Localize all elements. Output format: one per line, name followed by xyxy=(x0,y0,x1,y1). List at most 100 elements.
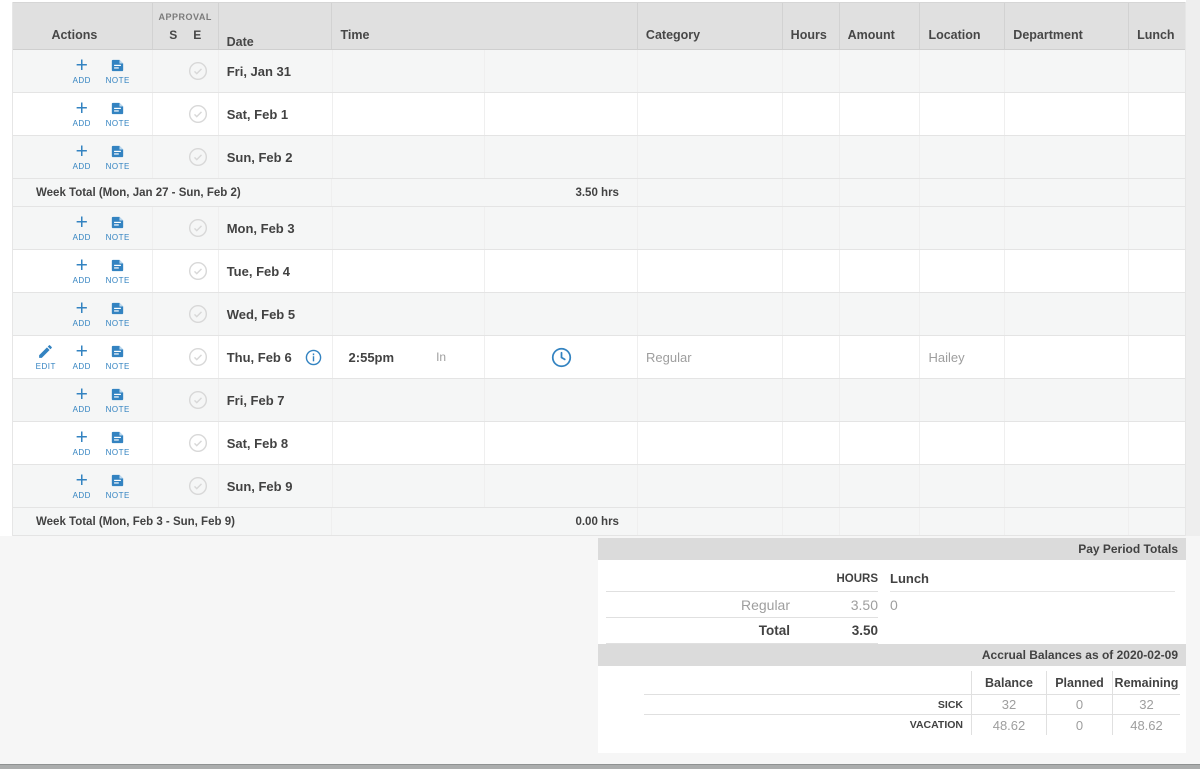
note-icon xyxy=(109,100,126,117)
lunch-cell xyxy=(1128,250,1185,292)
add-button[interactable]: + ADD xyxy=(64,301,100,328)
approval-e-label: E xyxy=(193,28,201,42)
category-cell xyxy=(637,179,782,206)
note-button[interactable]: NOTE xyxy=(100,343,136,371)
total-row: Total 3.50 xyxy=(606,618,878,644)
header-department: Department xyxy=(1004,3,1128,49)
approval-check-icon[interactable] xyxy=(188,476,208,496)
department-cell xyxy=(1004,293,1128,335)
time-detail-cell xyxy=(484,207,637,249)
add-button[interactable]: + ADD xyxy=(64,101,100,128)
note-button[interactable]: NOTE xyxy=(100,100,136,128)
note-button[interactable]: NOTE xyxy=(100,386,136,414)
week-total-label: Week Total (Mon, Feb 3 - Sun, Feb 9) xyxy=(13,508,331,535)
time-detail-cell xyxy=(484,465,637,507)
approval-cell xyxy=(152,136,218,178)
add-button[interactable]: + ADD xyxy=(64,430,100,457)
punch-status: In xyxy=(436,350,446,364)
bottom-scrollbar-track[interactable] xyxy=(0,764,1200,769)
approval-check-icon[interactable] xyxy=(188,347,208,367)
totals-header-row: HOURS xyxy=(606,566,878,592)
time-cell xyxy=(332,50,485,92)
approval-check-icon[interactable] xyxy=(188,147,208,167)
actions-cell: + ADD NOTE xyxy=(13,293,152,335)
time-detail-cell xyxy=(484,50,637,92)
clock-icon[interactable] xyxy=(551,347,572,368)
category-cell xyxy=(637,207,782,249)
add-button[interactable]: + ADD xyxy=(64,344,100,371)
regular-row: Regular 3.50 xyxy=(606,592,878,618)
lunch-cell xyxy=(1128,293,1185,335)
note-button[interactable]: NOTE xyxy=(100,57,136,85)
note-icon xyxy=(109,57,126,74)
lunch-cell xyxy=(1128,136,1185,178)
info-icon[interactable] xyxy=(305,349,322,366)
approval-check-icon[interactable] xyxy=(188,104,208,124)
header-time: Time xyxy=(331,3,636,49)
accrual-balances-header: Accrual Balances as of 2020-02-09 xyxy=(598,644,1186,666)
approval-header-label: APPROVAL xyxy=(159,12,212,22)
lunch-cell xyxy=(1128,336,1185,378)
header-approval: APPROVAL S E xyxy=(152,3,218,49)
category-cell xyxy=(637,250,782,292)
vacation-planned: 0 xyxy=(1046,715,1112,735)
date-cell: Sat, Feb 1 xyxy=(218,93,332,135)
amount-cell xyxy=(839,422,920,464)
department-cell xyxy=(1004,50,1128,92)
header-hours: Hours xyxy=(782,3,839,49)
department-cell xyxy=(1004,508,1128,535)
actions-cell: + ADD NOTE xyxy=(13,422,152,464)
hours-cell xyxy=(782,50,839,92)
note-button[interactable]: NOTE xyxy=(100,143,136,171)
total-label: Total xyxy=(606,623,790,638)
add-button[interactable]: + ADD xyxy=(64,473,100,500)
note-button[interactable]: NOTE xyxy=(100,472,136,500)
approval-check-icon[interactable] xyxy=(188,261,208,281)
add-button[interactable]: + ADD xyxy=(64,258,100,285)
approval-check-icon[interactable] xyxy=(188,304,208,324)
category-cell xyxy=(637,93,782,135)
timesheet-table: Actions APPROVAL S E Date Time Category … xyxy=(12,2,1186,536)
date-cell: Sat, Feb 8 xyxy=(218,422,332,464)
add-button[interactable]: + ADD xyxy=(64,215,100,242)
add-button[interactable]: + ADD xyxy=(64,144,100,171)
hours-cell xyxy=(782,336,839,378)
actions-cell: + ADD NOTE xyxy=(13,379,152,421)
department-cell xyxy=(1004,379,1128,421)
category-cell xyxy=(637,422,782,464)
amount-cell xyxy=(839,465,920,507)
actions-cell: EDIT + ADD NOTE xyxy=(13,336,152,378)
location-cell xyxy=(919,250,1004,292)
note-icon xyxy=(109,472,126,489)
approval-check-icon[interactable] xyxy=(188,433,208,453)
time-detail-cell xyxy=(484,250,637,292)
add-icon: + xyxy=(76,344,88,360)
header-amount: Amount xyxy=(839,3,920,49)
location-cell xyxy=(919,179,1004,206)
week-total-hours: 3.50 hrs xyxy=(331,179,636,206)
approval-check-icon[interactable] xyxy=(188,61,208,81)
balance-column-header: Balance xyxy=(971,671,1046,694)
amount-cell xyxy=(839,93,920,135)
note-button[interactable]: NOTE xyxy=(100,429,136,457)
accrual-balances-table: Balance Planned Remaining SICK 32 0 32 V… xyxy=(644,671,1180,735)
edit-button[interactable]: EDIT xyxy=(28,343,64,371)
add-button[interactable]: + ADD xyxy=(64,58,100,85)
approval-check-icon[interactable] xyxy=(188,390,208,410)
approval-cell xyxy=(152,50,218,92)
date-cell: Sun, Feb 9 xyxy=(218,465,332,507)
approval-check-icon[interactable] xyxy=(188,218,208,238)
note-button[interactable]: NOTE xyxy=(100,257,136,285)
note-button[interactable]: NOTE xyxy=(100,214,136,242)
lunch-cell xyxy=(1128,93,1185,135)
add-icon: + xyxy=(76,430,88,446)
amount-cell xyxy=(839,336,920,378)
category-cell xyxy=(637,293,782,335)
note-button[interactable]: NOTE xyxy=(100,300,136,328)
amount-cell xyxy=(839,508,920,535)
location-cell xyxy=(919,508,1004,535)
edit-icon xyxy=(37,343,54,360)
location-cell xyxy=(919,465,1004,507)
add-button[interactable]: + ADD xyxy=(64,387,100,414)
accrual-row-sick: SICK 32 0 32 xyxy=(644,695,1180,715)
